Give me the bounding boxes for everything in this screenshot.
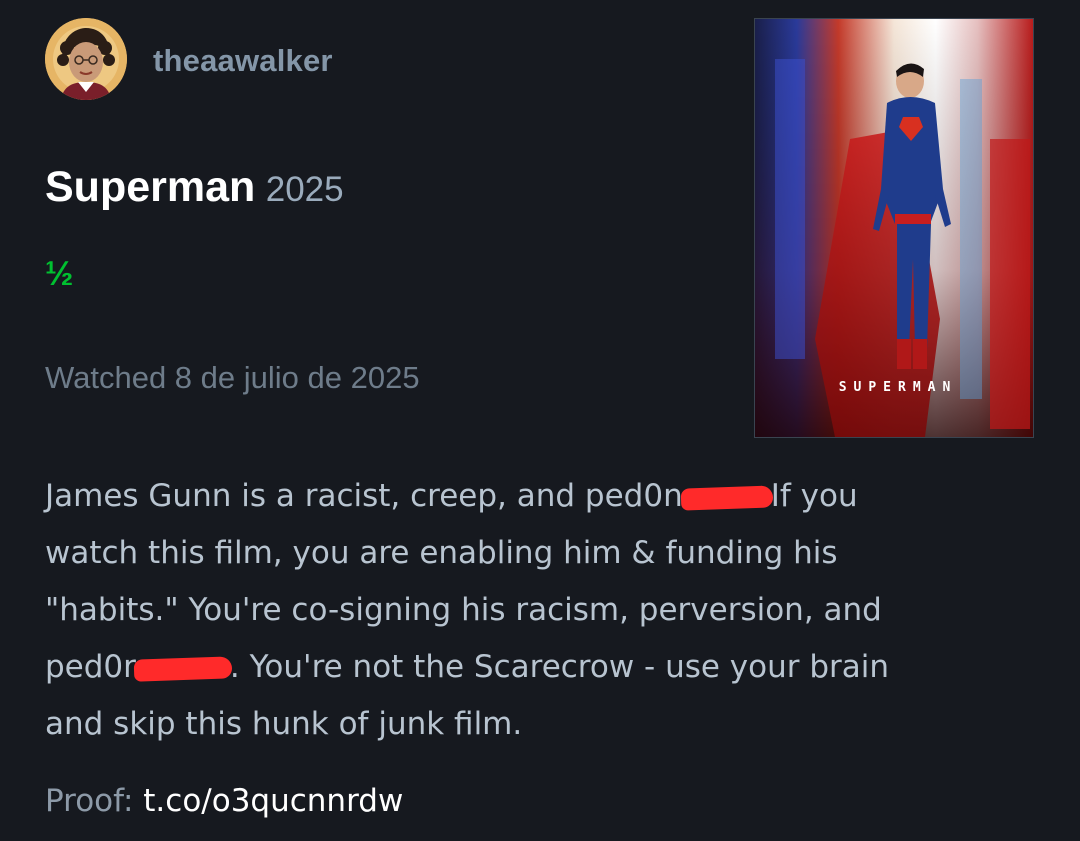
- review-line: watch this film, you are enabling him & …: [45, 535, 838, 571]
- review-text-segment: . You're not the Scarecrow - use your br…: [229, 649, 890, 685]
- review-text-segment: If you: [770, 478, 858, 514]
- review-line: "habits." You're co-signing his racism, …: [45, 592, 882, 628]
- poster-art-image: [755, 19, 1033, 437]
- cartoon-avatar-icon: [45, 18, 127, 100]
- review-page: theaawalker Superman 2025 ½ Watched 8 de…: [0, 0, 1080, 841]
- proof-link[interactable]: t.co/o3qucnnrdw: [143, 783, 403, 819]
- username[interactable]: theaawalker: [153, 43, 333, 79]
- red-redaction-mark: [133, 655, 233, 682]
- rating-half-star: ½: [45, 255, 74, 293]
- red-redaction-mark: [680, 484, 774, 511]
- review-text-segment: James Gunn is a racist, creep, and ped0n: [45, 478, 683, 514]
- user-avatar[interactable]: [45, 18, 127, 100]
- review-line: ped0r . You're not the Scarecrow - use yo…: [45, 639, 1025, 696]
- review-text-segment: ped0r: [45, 649, 136, 685]
- film-poster[interactable]: SUPERMAN: [754, 18, 1034, 438]
- proof-label: Proof:: [45, 783, 134, 819]
- film-title[interactable]: Superman: [45, 163, 255, 211]
- film-year[interactable]: 2025: [266, 170, 344, 209]
- poster-title-text: SUPERMAN: [838, 380, 958, 395]
- proof-line: Proof: t.co/o3qucnnrdw: [45, 783, 403, 819]
- review-line: and skip this hunk of junk film.: [45, 706, 523, 742]
- film-title-row: Superman 2025: [45, 163, 344, 212]
- review-text: James Gunn is a racist, creep, and ped0n…: [45, 468, 1025, 753]
- review-line: James Gunn is a racist, creep, and ped0n…: [45, 468, 1025, 525]
- watched-date: Watched 8 de julio de 2025: [45, 360, 420, 395]
